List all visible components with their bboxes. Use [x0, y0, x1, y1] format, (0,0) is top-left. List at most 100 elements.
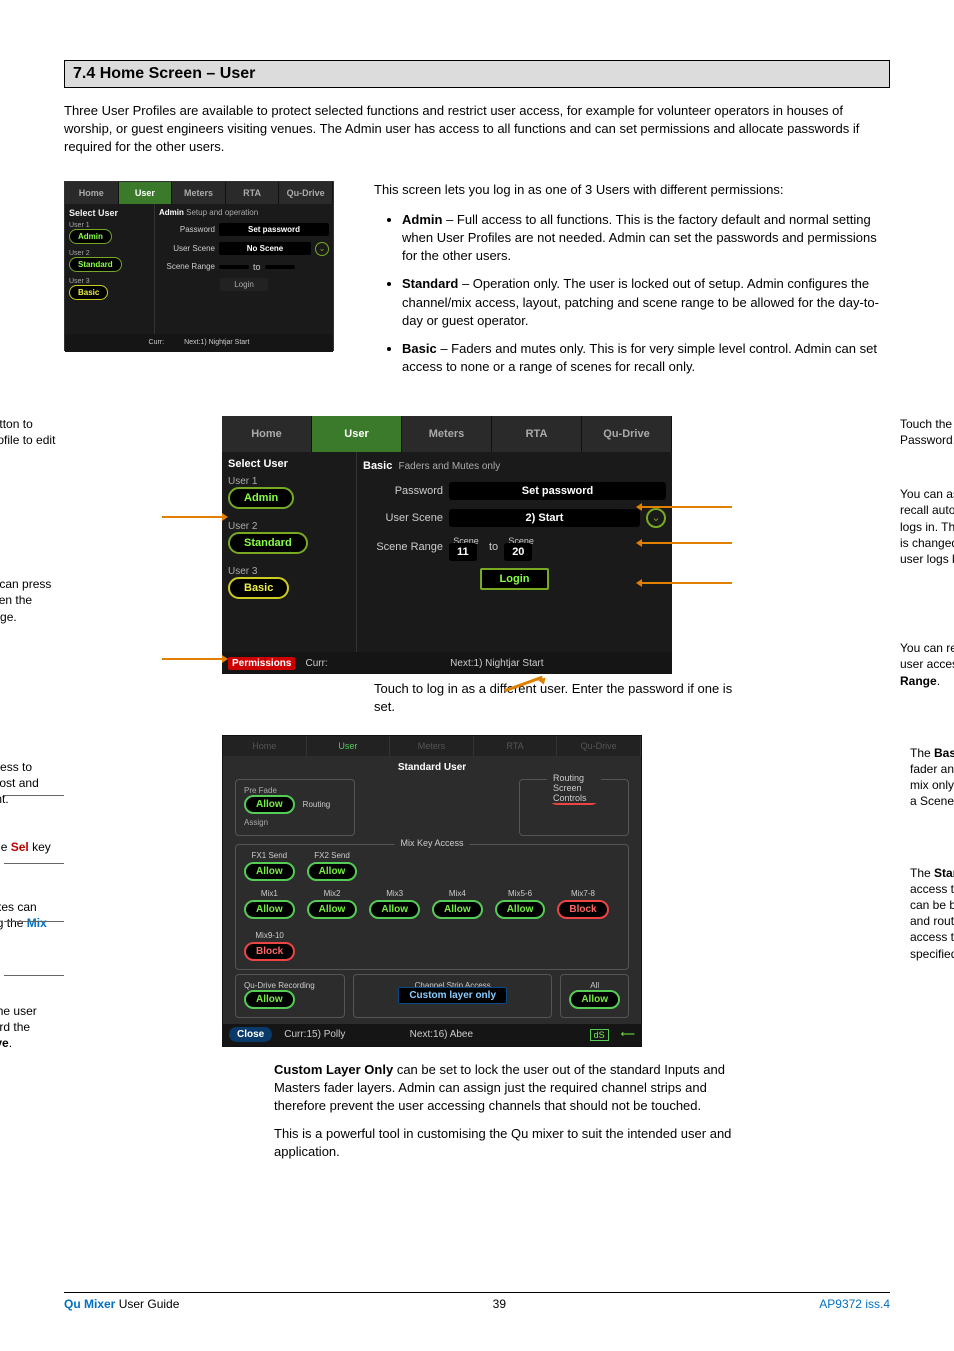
basic-button[interactable]: Basic [69, 285, 108, 300]
qudrive-allow-button[interactable]: Allow [244, 990, 295, 1009]
arrow-icon [162, 516, 222, 518]
line-icon [4, 795, 64, 796]
callout-left-2: The Admin user can press the Fn key to o… [0, 576, 62, 625]
chevron-down-icon[interactable]: ⌄ [646, 508, 666, 528]
callout-left-1: Touch a User button to select a User Pro… [0, 416, 62, 465]
mix-label: Mix9-10 [244, 931, 295, 940]
tab-home[interactable]: Home [65, 182, 119, 204]
side-description: This screen lets you log in as one of 3 … [374, 181, 890, 387]
admin-button[interactable]: Admin [69, 229, 112, 244]
section-title: Home Screen – User [100, 65, 256, 82]
userscene-field[interactable]: No Scene [219, 242, 311, 255]
line-icon [4, 975, 64, 976]
scenerange-to[interactable]: 20 [504, 543, 532, 561]
fx2-label: FX2 Send [307, 851, 358, 860]
permissions-badge[interactable]: Permissions [228, 657, 295, 670]
mix-block-button[interactable]: Block [557, 900, 608, 919]
user3-label: User 3 [228, 566, 350, 577]
tab-meters[interactable]: Meters [402, 416, 492, 452]
footer-product: Qu Mixer [64, 1297, 119, 1311]
rightcol-sub: Faders and Mutes only [398, 461, 500, 472]
section-number: 7.4 [73, 65, 95, 82]
admin-button[interactable]: Admin [228, 487, 294, 509]
tab-qudrive: Qu-Drive [557, 736, 641, 756]
password-field[interactable]: Set password [449, 482, 666, 500]
mix-label: Mix4 [432, 889, 483, 898]
mix-allow-button[interactable]: Allow [432, 900, 483, 919]
access-mixes-heading: Access to mixes [0, 735, 52, 751]
tab-user[interactable]: User [119, 182, 173, 204]
scenerange-label: Scene Range [363, 541, 443, 553]
status-curr: Curr: [149, 339, 165, 346]
tab-home: Home [223, 736, 307, 756]
tab-meters[interactable]: Meters [172, 182, 226, 204]
mix-label: Mix5-6 [495, 889, 546, 898]
fx1-allow-button[interactable]: Allow [244, 862, 295, 881]
mix-col: Mix4 Allow [432, 889, 483, 919]
userscene-label: User Scene [159, 244, 215, 253]
mix-label: Mix1 [244, 889, 295, 898]
password-label: Password [363, 485, 443, 497]
all-allow-button[interactable]: Allow [569, 990, 620, 1009]
line-icon [4, 863, 64, 864]
user1-label: User 1 [69, 222, 150, 229]
callout-right-password: Touch the Password box to enter a Passwo… [900, 416, 954, 448]
footer-rev: AP9372 iss.4 [819, 1297, 890, 1311]
select-user-label: Select User [228, 458, 350, 470]
mix-allow-button[interactable]: Allow [495, 900, 546, 919]
mix-allow-button[interactable]: Allow [244, 900, 295, 919]
tab-user: User [307, 736, 391, 756]
close-button[interactable]: Close [229, 1027, 272, 1042]
userscene-label: User Scene [363, 512, 443, 524]
scenerange-from[interactable]: 11 [449, 543, 477, 561]
tab-user[interactable]: User [312, 416, 402, 452]
arrow-left-icon: ⟵ [621, 1029, 635, 1040]
bottom-paragraph-2: This is a powerful tool in customising t… [274, 1125, 754, 1161]
mix-col: Mix1 Allow [244, 889, 295, 919]
arrow-icon [162, 658, 222, 660]
mix-block-button[interactable]: Block [244, 942, 295, 961]
ds-icon: dS [590, 1029, 609, 1041]
prefade-allow-button[interactable]: Allow [244, 795, 295, 814]
standard-button[interactable]: Standard [228, 532, 308, 554]
callout-right-scenerange: You can restrict Standard or Basic user … [900, 640, 954, 689]
footer-doc: User Guide [119, 1297, 180, 1311]
chevron-down-icon[interactable]: ⌄ [315, 242, 329, 256]
scenerange-from[interactable] [219, 265, 249, 269]
userscene-field[interactable]: 2) Start [449, 509, 640, 527]
page-footer: Qu Mixer User Guide 39 AP9372 iss.4 [64, 1292, 890, 1311]
tab-rta[interactable]: RTA [226, 182, 280, 204]
user2-label: User 2 [69, 250, 150, 257]
mix-allow-button[interactable]: Allow [369, 900, 420, 919]
login-button[interactable]: Login [480, 568, 550, 590]
fx2-allow-button[interactable]: Allow [307, 862, 358, 881]
status-curr: Curr:15) Polly [284, 1029, 345, 1040]
user3-label: User 3 [69, 278, 150, 285]
rightcol-title: Admin [159, 208, 184, 217]
scenerange-to-val[interactable] [265, 265, 295, 269]
rightcol-title: Basic [363, 460, 392, 472]
callout-right-scene: You can assign a User Scene to recall au… [900, 486, 954, 567]
line-icon [4, 921, 64, 922]
scenerange-label: Scene Range [159, 262, 215, 271]
standard-button[interactable]: Standard [69, 257, 122, 272]
callout-standard-user: The Standard User does not have access t… [910, 865, 954, 962]
screenshot-user-basic: Home User Meters RTA Qu-Drive Select Use… [222, 416, 672, 674]
tab-home[interactable]: Home [222, 416, 312, 452]
tab-qudrive[interactable]: Qu-Drive [279, 182, 333, 204]
password-field[interactable]: Set password [219, 223, 329, 236]
status-curr: Curr: [305, 658, 327, 669]
tab-qudrive[interactable]: Qu-Drive [582, 416, 672, 452]
mix-allow-button[interactable]: Allow [307, 900, 358, 919]
status-next: Next:1) Nightjar Start [184, 339, 249, 346]
custom-layer-button[interactable]: Custom layer only [398, 987, 507, 1004]
basic-button[interactable]: Basic [228, 577, 289, 599]
tab-rta[interactable]: RTA [492, 416, 582, 452]
callout-sel-routing: Block access to the Sel key Routing scre… [0, 839, 52, 871]
intro-paragraph: Three User Profiles are available to pro… [64, 102, 890, 157]
login-button[interactable]: Login [220, 278, 268, 291]
select-user-label: Select User [69, 208, 150, 218]
all-label: All [569, 981, 620, 990]
bullet-standard: Standard – Operation only. The user is l… [402, 275, 890, 330]
mixkey-label: Mix Key Access [394, 838, 469, 848]
